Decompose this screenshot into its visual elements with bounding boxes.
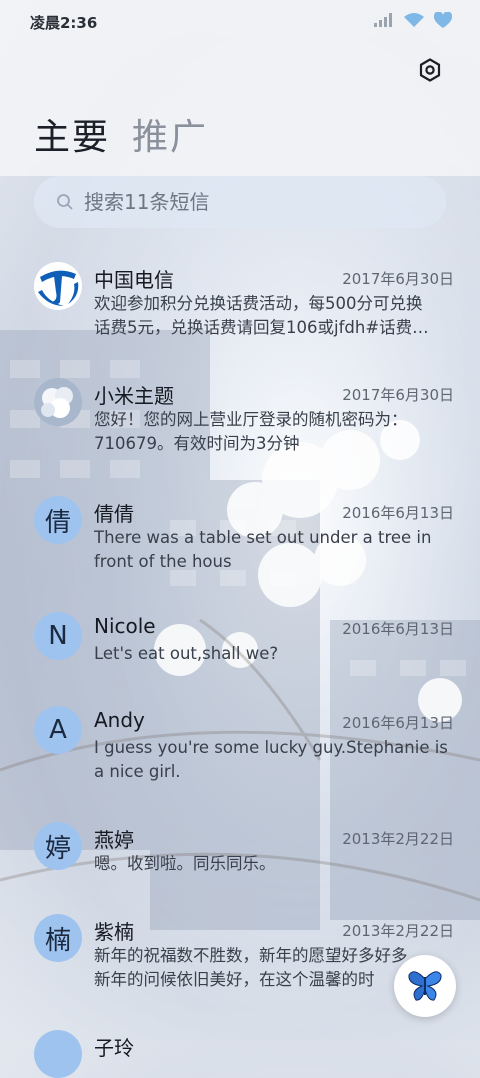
- fab-button[interactable]: [394, 955, 456, 1017]
- avatar: [34, 1030, 82, 1078]
- message-date: 2017年6月30日: [342, 270, 454, 288]
- search-bar[interactable]: [34, 176, 446, 228]
- sender-name: 中国电信: [94, 268, 174, 292]
- butterfly-icon: [408, 971, 442, 1001]
- sender-name: 燕婷: [94, 828, 134, 852]
- sender-name: Andy: [94, 708, 145, 732]
- tab-bar: 主要 推广: [34, 108, 208, 160]
- preview-line: Let's eat out,shall we?: [94, 644, 279, 663]
- preview-line: 您好！您的网上营业厅登录的随机密码为：: [94, 410, 408, 429]
- message-preview: I guess you're some lucky guy.Stephanie …: [94, 736, 456, 784]
- avatar: 婷: [34, 822, 82, 870]
- avatar: [34, 378, 82, 426]
- preview-line: 话费5元，兑换话费请回复106或jfdh#话费…: [94, 318, 429, 337]
- avatar: A: [34, 706, 82, 754]
- status-icons: [374, 12, 452, 28]
- message-date: 2016年6月13日: [342, 714, 454, 732]
- avatar: 倩: [34, 496, 82, 544]
- battery-icon: [434, 12, 452, 28]
- sender-name: 倩倩: [94, 502, 134, 526]
- preview-line: There was a table set out under a tree i…: [94, 528, 432, 547]
- message-preview: There was a table set out under a tree i…: [94, 526, 456, 574]
- message-date: 2016年6月13日: [342, 504, 454, 522]
- gear-icon: [419, 58, 441, 82]
- list-item[interactable]: A Andy 2016年6月13日 I guess you're some lu…: [0, 706, 480, 806]
- message-preview: Let's eat out,shall we?: [94, 642, 456, 666]
- list-item[interactable]: 子玲: [0, 1030, 480, 1078]
- status-bar: 凌晨2:36: [0, 0, 480, 44]
- message-date: 2017年6月30日: [342, 386, 454, 404]
- avatar: [34, 262, 82, 310]
- message-preview: 嗯。收到啦。同乐同乐。: [94, 852, 456, 876]
- status-time: 凌晨2:36: [30, 14, 98, 32]
- message-preview: 欢迎参加积分兑换话费活动，每500分可兑换 话费5元，兑换话费请回复106或jf…: [94, 292, 456, 340]
- avatar: 楠: [34, 914, 82, 962]
- preview-line: 710679。有效时间为3分钟: [94, 434, 300, 453]
- tab-primary[interactable]: 主要: [34, 108, 110, 160]
- wifi-icon: [404, 13, 424, 27]
- preview-line: 嗯。收到啦。同乐同乐。: [94, 854, 276, 873]
- flower-photo-icon: [34, 378, 82, 426]
- list-item[interactable]: 婷 燕婷 2013年2月22日 嗯。收到啦。同乐同乐。: [0, 822, 480, 902]
- message-preview: 您好！您的网上营业厅登录的随机密码为： 710679。有效时间为3分钟: [94, 408, 456, 456]
- sender-name: 子玲: [94, 1036, 134, 1060]
- settings-button[interactable]: [414, 54, 446, 86]
- preview-line: front of the hous: [94, 552, 232, 571]
- sender-name: 小米主题: [94, 384, 174, 408]
- sender-name: 紫楠: [94, 920, 134, 944]
- search-input[interactable]: [82, 189, 426, 215]
- preview-line: 欢迎参加积分兑换话费活动，每500分可兑换: [94, 294, 423, 313]
- search-icon: [57, 194, 73, 210]
- preview-line: I guess you're some lucky guy.Stephanie …: [94, 738, 448, 757]
- list-item[interactable]: 小米主题 2017年6月30日 您好！您的网上营业厅登录的随机密码为： 7106…: [0, 378, 480, 478]
- tab-promotions[interactable]: 推广: [132, 108, 208, 160]
- message-date: 2013年2月22日: [342, 830, 454, 848]
- avatar: N: [34, 612, 82, 660]
- list-item[interactable]: 倩 倩倩 2016年6月13日 There was a table set ou…: [0, 496, 480, 596]
- sender-name: Nicole: [94, 614, 156, 638]
- message-date: 2013年2月22日: [342, 922, 454, 940]
- preview-line: a nice girl.: [94, 762, 181, 781]
- signal-icon: [374, 13, 392, 27]
- china-telecom-logo-icon: [34, 262, 82, 310]
- list-item[interactable]: 中国电信 2017年6月30日 欢迎参加积分兑换话费活动，每500分可兑换 话费…: [0, 262, 480, 362]
- list-item[interactable]: N Nicole 2016年6月13日 Let's eat out,shall …: [0, 612, 480, 692]
- message-date: 2016年6月13日: [342, 620, 454, 638]
